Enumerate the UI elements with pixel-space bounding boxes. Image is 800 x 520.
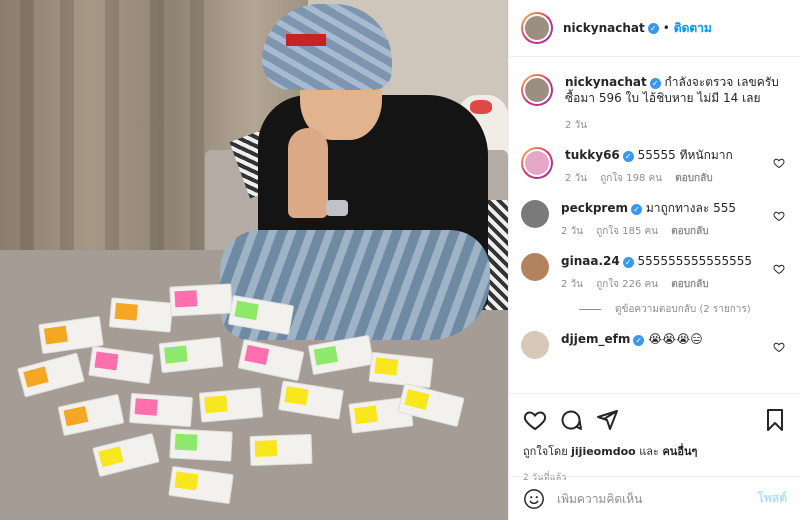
avatar[interactable] [521, 200, 549, 228]
comment-username[interactable]: ginaa.24 [561, 254, 620, 268]
verified-badge-icon: ✓ [649, 78, 661, 89]
emoji-icon[interactable] [523, 488, 545, 510]
reply-button[interactable]: ตอบกลับ [671, 226, 708, 237]
praying-hands [288, 128, 328, 218]
comment-item: ginaa.24 ✓ 555555555555555 2 วัน ถูกใจ 22… [521, 253, 785, 292]
heart-icon[interactable] [773, 341, 785, 353]
liked-by-user[interactable]: jijieomdoo [571, 445, 636, 458]
avatar[interactable] [521, 12, 553, 44]
post-header: nickynachat ✓ • ติดตาม [509, 0, 800, 57]
action-bar [523, 402, 787, 438]
post-sidebar: nickynachat ✓ • ติดตาม nickynachat ✓ กำลั… [508, 0, 800, 520]
post-photo[interactable] [0, 0, 508, 520]
lottery-ticket [249, 433, 313, 467]
avatar[interactable] [521, 74, 553, 106]
comments-list[interactable]: nickynachat ✓ กำลังจะตรวจ เลขครับ ซื้อมา … [509, 58, 800, 393]
comment-item: tukky66 ✓ 55555 ทีหนักมาก 2 วัน ถูกใจ 198… [521, 147, 785, 186]
comment-likes[interactable]: ถูกใจ 185 คน [596, 226, 658, 237]
avatar[interactable] [521, 147, 553, 179]
replies-line [579, 309, 601, 310]
reply-button[interactable]: ตอบกลับ [671, 279, 708, 290]
comment-icon[interactable] [559, 408, 583, 432]
comment-username[interactable]: tukky66 [565, 148, 620, 162]
heart-icon[interactable] [773, 263, 785, 275]
like-heart-icon[interactable] [523, 408, 547, 432]
plush-toy-bow [470, 100, 492, 114]
comment-time[interactable]: 2 วัน [561, 279, 583, 290]
follow-button[interactable]: ติดตาม [674, 19, 712, 38]
lottery-ticket [129, 392, 193, 428]
avatar[interactable] [521, 253, 549, 281]
lottery-ticket [169, 283, 233, 317]
comment-text: มาถูกทางละ 555 [645, 201, 737, 215]
comment-username[interactable]: peckprem [561, 201, 628, 215]
comment-item: peckprem ✓ มาถูกทางละ 555 2 วัน ถูกใจ 185… [521, 200, 785, 239]
likes-summary: ถูกใจโดย jijieomdoo และ คนอื่นๆ [523, 442, 787, 460]
comment-username[interactable]: djjem_efm [561, 332, 630, 346]
caption-time[interactable]: 2 วัน [565, 120, 587, 131]
avatar[interactable] [521, 331, 549, 359]
caption-username[interactable]: nickynachat [565, 75, 647, 89]
caption-item: nickynachat ✓ กำลังจะตรวจ เลขครับ ซื้อมา … [521, 74, 785, 133]
heart-icon[interactable] [773, 210, 785, 222]
heart-icon[interactable] [773, 157, 785, 169]
view-replies-label[interactable]: ดูข้อความตอบกลับ (2 รายการ) [615, 302, 751, 317]
comment-item: djjem_efm ✓ 😭😭😭😑 [521, 331, 785, 359]
comment-text: 55555 ทีหนักมาก [637, 148, 733, 162]
verified-badge-icon: ✓ [622, 151, 634, 162]
lottery-ticket [198, 387, 264, 423]
lottery-ticket [169, 428, 233, 462]
post-comment-button[interactable]: โพสต์ [758, 489, 787, 508]
comment-text: 555555555555555 [637, 254, 753, 268]
bookmark-icon[interactable] [763, 408, 787, 432]
post-actions-section: ถูกใจโดย jijieomdoo และ คนอื่นๆ 2 วันที่… [509, 393, 800, 484]
share-icon[interactable] [595, 408, 619, 432]
comment-time[interactable]: 2 วัน [565, 173, 587, 184]
comment-composer: โพสต์ [509, 476, 800, 520]
comment-input[interactable] [557, 491, 758, 506]
view-replies-link[interactable]: ดูข้อความตอบกลับ (2 รายการ) [579, 302, 785, 317]
separator-dot: • [662, 21, 670, 35]
comment-likes[interactable]: ถูกใจ 198 คน [600, 173, 662, 184]
verified-badge-icon: ✓ [647, 22, 659, 34]
verified-badge-icon: ✓ [633, 335, 645, 346]
comment-time[interactable]: 2 วัน [561, 226, 583, 237]
liked-by-others[interactable]: คนอื่นๆ [662, 445, 697, 458]
verified-badge-icon: ✓ [622, 257, 634, 268]
author-username[interactable]: nickynachat [563, 21, 645, 35]
comment-likes[interactable]: ถูกใจ 226 คน [596, 279, 658, 290]
likes-prefix: ถูกใจโดย [523, 445, 568, 458]
lottery-ticket [368, 351, 434, 389]
comment-text: 😭😭😭😑 [648, 332, 703, 346]
lottery-ticket [108, 297, 174, 333]
verified-badge-icon: ✓ [630, 204, 642, 215]
reply-button[interactable]: ตอบกลับ [675, 173, 712, 184]
wristwatch [326, 200, 348, 216]
cap-logo [286, 34, 326, 46]
likes-joiner: และ [639, 445, 659, 458]
